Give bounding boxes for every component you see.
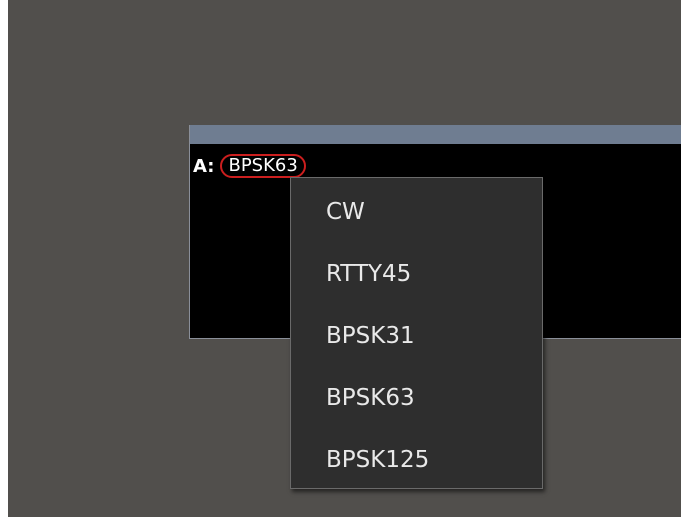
menu-item-bpsk63[interactable]: BPSK63 [291,367,542,429]
panel-titlebar[interactable] [190,125,681,144]
mode-row: A: BPSK63 [193,151,306,181]
menu-item-cw[interactable]: CW [291,181,542,243]
menu-item-rtty45[interactable]: RTTY45 [291,243,542,305]
menu-item-bpsk125[interactable]: BPSK125 [291,429,542,491]
mode-prefix-label: A: [193,155,215,177]
mode-dropdown-menu: CW RTTY45 BPSK31 BPSK63 BPSK125 [290,177,543,489]
mode-selector[interactable]: BPSK63 [220,154,306,178]
menu-item-bpsk31[interactable]: BPSK31 [291,305,542,367]
